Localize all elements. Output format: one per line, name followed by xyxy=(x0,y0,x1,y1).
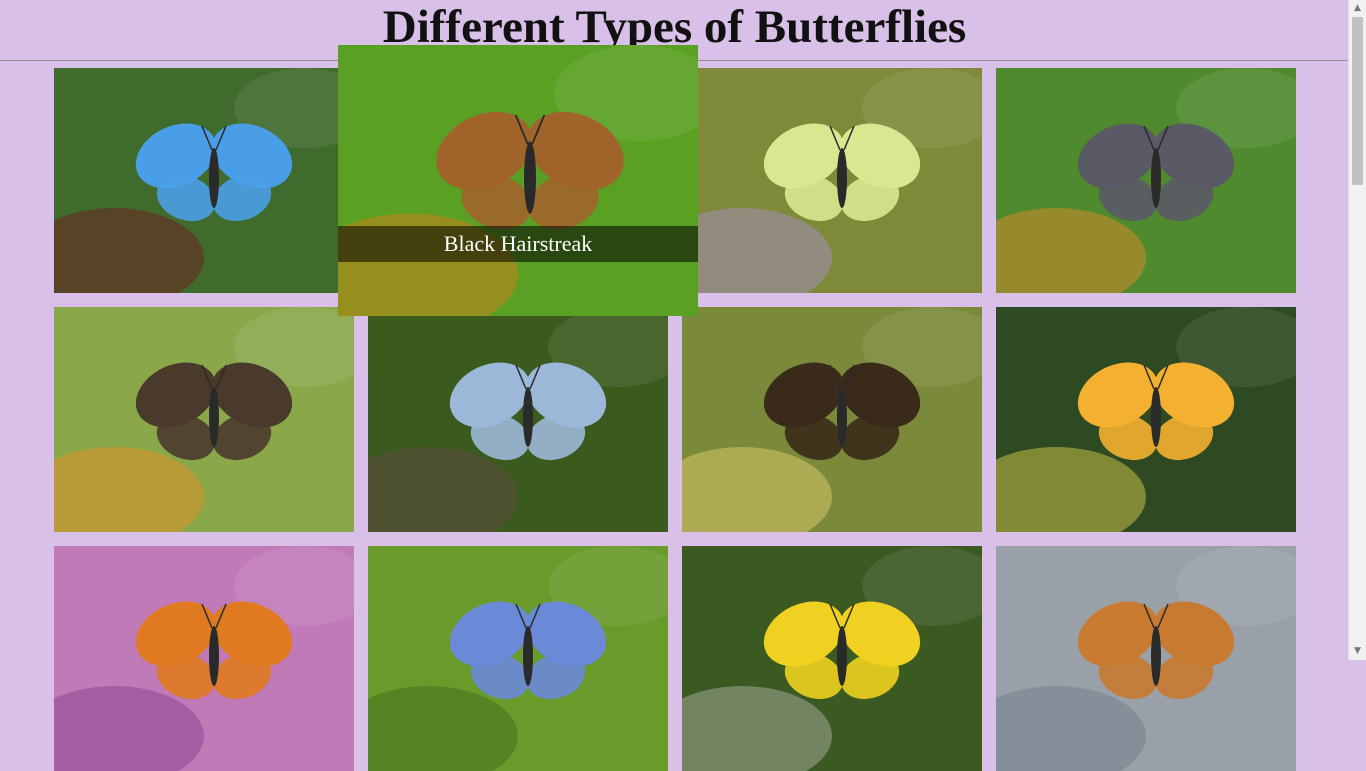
butterfly-photo xyxy=(54,546,354,771)
tile-caption: Black Hairstreak xyxy=(338,226,698,262)
butterfly-photo xyxy=(996,307,1296,532)
scroll-down-arrow-icon[interactable]: ▼ xyxy=(1349,643,1366,660)
gallery-tile-black-hairstreak[interactable]: Black Hairstreak xyxy=(338,45,698,316)
gallery-tile-common-blue[interactable] xyxy=(368,546,668,771)
butterfly-photo xyxy=(996,68,1296,293)
butterfly-photo xyxy=(996,546,1296,771)
gallery-tile-chequered-skipper[interactable] xyxy=(682,307,982,532)
butterfly-photo xyxy=(682,68,982,293)
scroll-up-arrow-icon[interactable]: ▲ xyxy=(1349,0,1366,17)
gallery-tile-brown-hairstreak[interactable] xyxy=(54,307,354,532)
gallery-tile-chalkhill-blue[interactable] xyxy=(368,307,668,532)
butterfly-photo xyxy=(54,68,354,293)
gallery-tile-brimstone[interactable] xyxy=(682,68,982,293)
butterfly-gallery: Black Hairstreak xyxy=(0,0,1349,771)
butterfly-photo xyxy=(368,546,668,771)
butterfly-photo xyxy=(682,546,982,771)
gallery-tile-clouded-yellow[interactable] xyxy=(996,307,1296,532)
gallery-tile-dingy-skipper[interactable] xyxy=(682,546,982,771)
gallery-tile-comma[interactable] xyxy=(54,546,354,771)
butterfly-photo xyxy=(54,307,354,532)
butterfly-photo xyxy=(338,45,698,316)
gallery-tile-fritillary[interactable] xyxy=(996,546,1296,771)
gallery-tile-brown-argus[interactable] xyxy=(996,68,1296,293)
gallery-tile-adonis-blue[interactable] xyxy=(54,68,354,293)
vertical-scrollbar[interactable]: ▲ ▼ xyxy=(1348,0,1366,660)
butterfly-photo xyxy=(682,307,982,532)
butterfly-photo xyxy=(368,307,668,532)
scrollbar-thumb[interactable] xyxy=(1352,17,1363,185)
